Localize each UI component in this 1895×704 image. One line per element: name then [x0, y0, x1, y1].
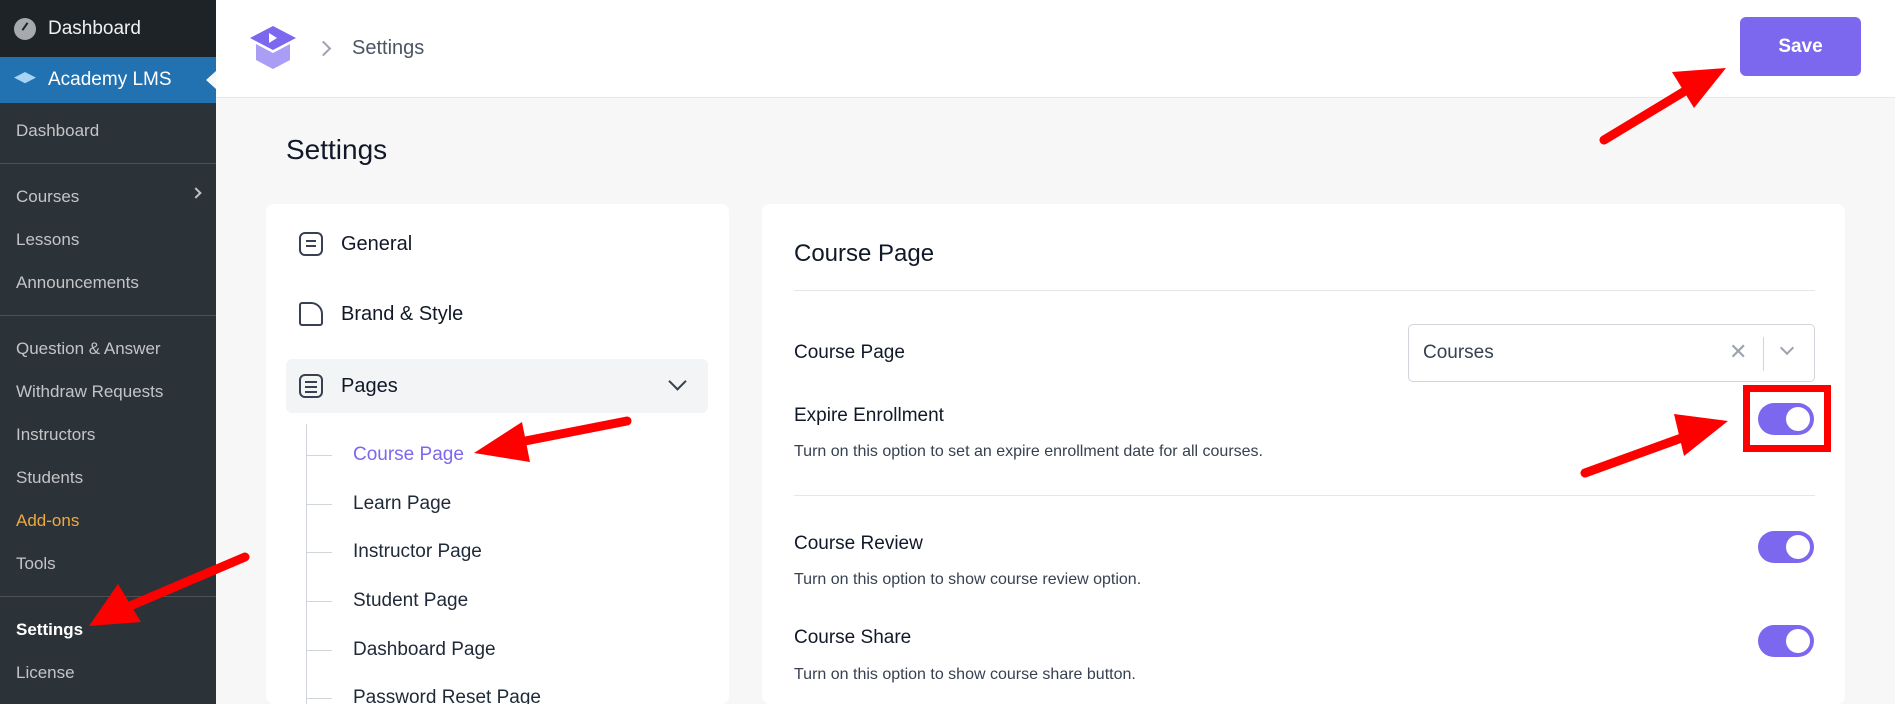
course-page-select[interactable]: Courses ✕ — [1408, 324, 1815, 382]
app-header: Settings Save — [216, 0, 1895, 98]
nav-general-label: General — [341, 232, 413, 255]
nav-pages[interactable]: Pages — [286, 359, 708, 413]
course-review-desc: Turn on this option to show course revie… — [794, 571, 1142, 588]
chevron-down-icon[interactable] — [1779, 340, 1795, 356]
divider — [794, 495, 1815, 496]
course-page-settings: Course Page Course Page Courses ✕ Expire… — [762, 204, 1845, 704]
course-page-label: Course Page — [794, 342, 905, 363]
breadcrumb: Settings — [352, 37, 425, 59]
academy-lms-icon — [14, 72, 36, 84]
nav-dashboard-page[interactable]: Dashboard Page — [306, 635, 496, 665]
submenu-divider — [0, 163, 216, 164]
general-icon — [299, 232, 323, 256]
course-review-toggle[interactable] — [1758, 531, 1814, 563]
toggle-knob — [1786, 535, 1810, 559]
wp-menu-dashboard-label: Dashboard — [48, 17, 141, 39]
save-button[interactable]: Save — [1740, 17, 1861, 76]
course-page-select-value: Courses — [1423, 342, 1494, 363]
annotation-highlight-box — [1743, 385, 1831, 452]
expire-enrollment-desc: Turn on this option to set an expire enr… — [794, 443, 1263, 460]
course-review-label: Course Review — [794, 533, 923, 554]
wp-menu-academy-lms[interactable]: Academy LMS — [0, 57, 216, 103]
expire-enrollment-label: Expire Enrollment — [794, 405, 944, 426]
card-title: Course Page — [794, 240, 935, 267]
dashboard-icon — [14, 17, 36, 40]
wp-admin-sidebar: Dashboard Academy LMS Dashboard Courses … — [0, 0, 216, 704]
submenu-withdraw-requests[interactable]: Withdraw Requests — [0, 370, 216, 413]
nav-password-reset-page[interactable]: Password Reset Page — [306, 683, 541, 704]
chevron-down-icon — [668, 372, 687, 391]
submenu-divider — [0, 315, 216, 316]
submenu-settings[interactable]: Settings — [0, 608, 216, 651]
submenu-students[interactable]: Students — [0, 456, 216, 499]
course-share-toggle[interactable] — [1758, 625, 1814, 657]
course-share-label: Course Share — [794, 627, 912, 648]
wp-submenu: Dashboard Courses Lessons Announcements … — [0, 103, 216, 704]
course-share-desc: Turn on this option to show course share… — [794, 666, 1136, 683]
settings-nav: General Brand & Style Pages Course Page … — [266, 204, 729, 704]
submenu-courses-label: Courses — [16, 186, 80, 206]
submenu-add-ons[interactable]: Add-ons — [0, 499, 216, 542]
submenu-announcements[interactable]: Announcements — [0, 261, 216, 304]
chevron-right-icon — [190, 187, 202, 199]
submenu-divider — [0, 596, 216, 597]
submenu-courses[interactable]: Courses — [0, 175, 216, 218]
submenu-tools[interactable]: Tools — [0, 542, 216, 585]
academy-logo-icon[interactable] — [248, 24, 298, 70]
wp-menu-academy-lms-label: Academy LMS — [48, 69, 172, 90]
submenu-question-answer[interactable]: Question & Answer — [0, 327, 216, 370]
submenu-dashboard[interactable]: Dashboard — [0, 109, 216, 152]
nav-course-page[interactable]: Course Page — [306, 440, 464, 470]
divider — [794, 290, 1815, 291]
page-title: Settings — [286, 134, 388, 165]
breadcrumb-chevron-icon — [315, 40, 332, 57]
wp-menu-dashboard[interactable]: Dashboard — [0, 0, 216, 57]
nav-brand-style-label: Brand & Style — [341, 302, 464, 325]
nav-learn-page[interactable]: Learn Page — [306, 489, 451, 519]
nav-general[interactable]: General — [286, 217, 708, 271]
select-separator — [1763, 337, 1764, 371]
nav-instructor-page[interactable]: Instructor Page — [306, 537, 482, 567]
clear-icon[interactable]: ✕ — [1729, 339, 1747, 365]
nav-brand-style[interactable]: Brand & Style — [286, 287, 708, 341]
nav-pages-label: Pages — [341, 374, 398, 397]
toggle-knob — [1786, 629, 1810, 653]
nav-student-page[interactable]: Student Page — [306, 586, 468, 616]
submenu-instructors[interactable]: Instructors — [0, 413, 216, 456]
pages-icon — [299, 374, 323, 398]
submenu-lessons[interactable]: Lessons — [0, 218, 216, 261]
submenu-license[interactable]: License — [0, 651, 216, 694]
brand-style-icon — [299, 302, 323, 326]
